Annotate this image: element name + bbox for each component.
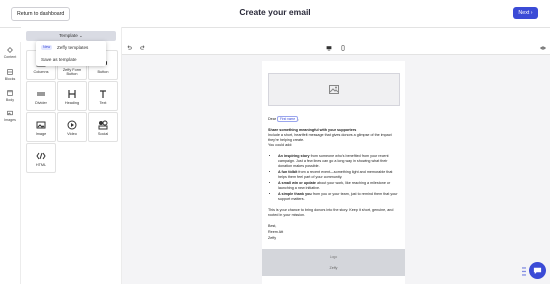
email-bullets: An inspiring story from someone who's be…: [268, 154, 399, 203]
divider-icon: [37, 92, 45, 96]
blocks-icon: [7, 69, 13, 75]
email-intro: Include a short, heartfelt message that …: [268, 133, 392, 142]
heading-icon: [68, 90, 76, 98]
email-closing: This is your chance to bring donors into…: [268, 208, 394, 217]
block-label: Button: [97, 70, 109, 74]
greeting-end: ,: [298, 117, 300, 121]
undo-icon[interactable]: [126, 45, 132, 51]
list-item: A small win or update about your work, l…: [278, 181, 399, 191]
body-icon: [7, 90, 13, 96]
zeffy-templates-label: Zeffy templates: [57, 45, 89, 50]
rail-item-body[interactable]: Body: [0, 90, 20, 102]
preview-eye-icon[interactable]: [540, 45, 546, 51]
block-label: Social: [97, 132, 109, 136]
block-social[interactable]: Social: [88, 112, 118, 142]
footer-logo-alt: Logo: [329, 255, 338, 259]
block-label: HTML: [35, 163, 47, 167]
text-icon: [100, 90, 106, 98]
social-icon: [98, 120, 108, 130]
image-icon: [36, 121, 46, 129]
block-divider[interactable]: Divider: [26, 81, 56, 111]
email-sign-best: Best,: [268, 224, 277, 228]
greeting-text: Dear: [268, 117, 276, 121]
mobile-view-icon[interactable]: [340, 45, 346, 51]
chat-icon: [533, 267, 542, 275]
new-badge: New: [41, 45, 53, 50]
email-footer[interactable]: Logo Zeffy: [262, 249, 405, 276]
block-label: Zeffy Form Button: [62, 68, 82, 76]
footer-text: Zeffy: [329, 266, 338, 270]
rail-item-label: Content: [3, 55, 17, 59]
chat-button[interactable]: [529, 262, 546, 279]
block-label: Video: [67, 132, 77, 136]
block-label: Image: [35, 132, 47, 136]
rail-item-label: Body: [5, 98, 15, 102]
email-could-add: You could add:: [268, 143, 293, 147]
rail-item-label: Blocks: [4, 77, 16, 81]
template-button[interactable]: Template ⌄: [26, 31, 116, 41]
zeffy-templates-item[interactable]: New Zeffy templates: [36, 42, 106, 53]
block-html[interactable]: HTML: [26, 143, 56, 173]
block-image[interactable]: Image: [26, 112, 56, 142]
first-name-merge-tag[interactable]: First name: [277, 116, 299, 122]
images-icon: [7, 110, 13, 116]
block-label: Columns: [33, 70, 49, 74]
html-icon: [36, 152, 46, 160]
block-heading[interactable]: Heading: [57, 81, 87, 111]
rail-item-label: Images: [4, 118, 16, 122]
list-item: An inspiring story from someone who's be…: [278, 154, 399, 169]
next-button[interactable]: Next ›: [513, 7, 538, 19]
block-text[interactable]: Text: [88, 81, 118, 111]
editor-toolbar: [122, 42, 550, 55]
desktop-view-icon[interactable]: [326, 45, 332, 51]
block-video[interactable]: Video: [57, 112, 87, 142]
image-placeholder-icon: [329, 85, 339, 94]
video-icon: [67, 120, 77, 130]
list-item: A fun tidbit from a recent event—somethi…: [278, 170, 399, 180]
save-as-template-label: Save as template: [41, 57, 77, 62]
rail-item-images[interactable]: Images: [0, 110, 20, 122]
template-dropdown: New Zeffy templates Save as template: [36, 41, 106, 66]
drag-handle-icon[interactable]: [522, 267, 526, 276]
email-preview[interactable]: Dear First name, Share something meaning…: [262, 61, 405, 284]
email-sign-name: Reem Att: [268, 230, 284, 234]
page-title: Create your email: [239, 7, 311, 17]
rail-item-blocks[interactable]: Blocks: [0, 69, 20, 81]
left-rail: Content Blocks Body Images: [0, 42, 21, 284]
top-bar: Return to dashboard Create your email Ne…: [0, 0, 550, 28]
block-label: Divider: [35, 101, 47, 105]
list-item: A simple thank you from you or your team…: [278, 192, 399, 202]
greeting-line: Dear First name,: [268, 116, 399, 122]
block-label: Text: [99, 101, 107, 105]
email-sign-org: Zeffy: [268, 236, 277, 240]
rail-item-content[interactable]: Content: [0, 47, 20, 59]
save-as-template-item[interactable]: Save as template: [36, 54, 106, 65]
content-icon: [7, 47, 13, 53]
hero-image-placeholder[interactable]: [268, 73, 400, 106]
block-label: Heading: [64, 101, 80, 105]
redo-icon[interactable]: [140, 45, 146, 51]
